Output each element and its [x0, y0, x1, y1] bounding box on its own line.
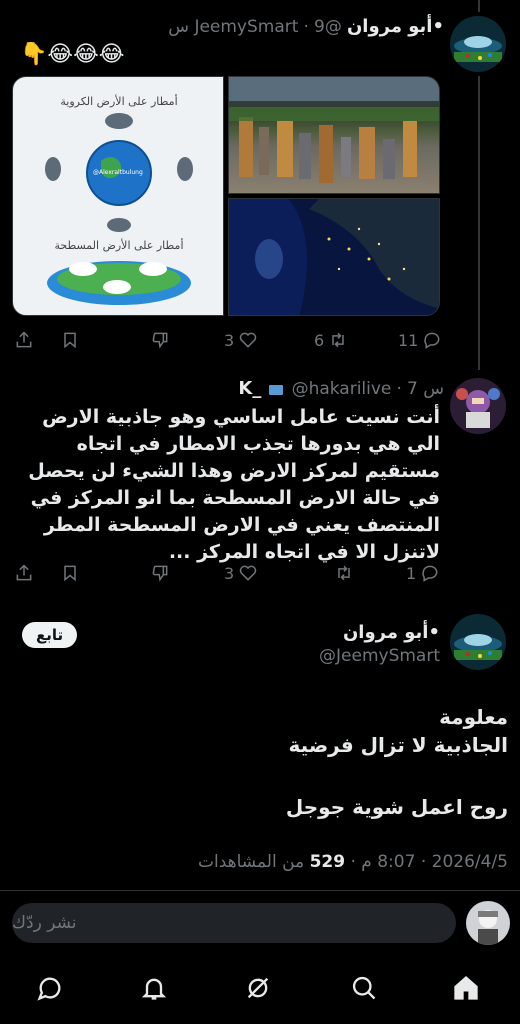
views-label: من المشاهدات: [198, 852, 305, 872]
bookmark-button[interactable]: [60, 563, 80, 583]
media-image-city[interactable]: [228, 76, 440, 194]
avatar[interactable]: [450, 378, 506, 434]
display-name[interactable]: •أبو مروان: [347, 16, 444, 37]
media-image-globe[interactable]: أمطار على الأرض الكروية أمطار على الأرض …: [12, 76, 224, 316]
retweet-count: 6: [314, 330, 325, 350]
like-button[interactable]: 3: [224, 563, 258, 583]
share-button[interactable]: [14, 563, 34, 583]
reply-count: 11: [398, 330, 419, 350]
retweet-button[interactable]: 6: [314, 330, 348, 350]
thumbs-down-icon: [152, 332, 168, 349]
share-icon: [16, 564, 32, 581]
tweet-text: أنت نسيت عامل اساسي وهو جاذبية الارض الي…: [28, 406, 440, 563]
thread-line: [478, 0, 480, 12]
flag-icon: [269, 384, 284, 395]
thread-line: [478, 76, 480, 370]
bookmark-icon: [64, 565, 76, 582]
thumbs-down-icon: [152, 565, 168, 582]
reply-icon: [424, 332, 440, 349]
like-button[interactable]: 3: [224, 330, 258, 350]
share-icon: [16, 331, 32, 348]
dislike-button[interactable]: [150, 563, 170, 583]
tweet-meta: 2026/4/5 · 8:07 م · 529 من المشاهدات: [198, 852, 508, 872]
avatar[interactable]: [450, 16, 506, 72]
messages-icon[interactable]: [30, 968, 70, 1008]
reply-icon: [422, 565, 438, 582]
retweet-button[interactable]: [330, 563, 354, 583]
grok-icon[interactable]: [238, 968, 278, 1008]
image-caption-flat: أمطار على الأرض المسطحة: [54, 239, 184, 252]
tweet-header: •أبو مروان @JeemySmart · 9 س: [168, 16, 444, 37]
post-time[interactable]: 8:07 م: [361, 852, 415, 872]
media-image-earth-night[interactable]: [228, 198, 440, 316]
avatar[interactable]: [450, 614, 506, 670]
notifications-icon[interactable]: [134, 968, 174, 1008]
timestamp[interactable]: 7 س: [407, 379, 444, 399]
reply-button[interactable]: 11: [398, 330, 442, 350]
like-count: 3: [224, 563, 235, 583]
reply-count: 1: [406, 563, 417, 583]
reply-button[interactable]: 1: [406, 563, 440, 583]
retweet-icon: [332, 332, 344, 348]
bookmark-icon: [64, 332, 76, 349]
own-avatar[interactable]: [466, 901, 510, 945]
home-icon[interactable]: [446, 968, 486, 1008]
tweet-header: K_ @hakarilive · 7 س: [238, 378, 444, 399]
tweet-emoji: 👇😂😂😂: [20, 42, 125, 67]
heart-icon: [239, 332, 257, 348]
tweet-text-line: روح اعمل شوية جوجل: [285, 795, 508, 819]
tweet-text-line: معلومة: [439, 705, 508, 729]
views-count: 529: [309, 852, 346, 872]
search-icon[interactable]: [344, 968, 384, 1008]
retweet-icon: [338, 565, 350, 581]
bookmark-button[interactable]: [60, 330, 80, 350]
image-watermark: @Alexraltbulung: [93, 169, 143, 176]
like-count: 3: [224, 330, 235, 350]
reply-input[interactable]: نشر ردّك: [12, 903, 456, 943]
follow-button[interactable]: تابع: [22, 622, 78, 648]
tweet-text-line: الجاذبية لا تزال فرضية: [288, 733, 508, 757]
divider: [0, 890, 520, 891]
display-name[interactable]: •أبو مروان: [343, 622, 440, 643]
post-date[interactable]: 2026/4/5: [432, 852, 508, 872]
dislike-button[interactable]: [150, 330, 170, 350]
bottom-nav: [0, 960, 520, 1024]
share-button[interactable]: [14, 330, 34, 350]
display-name[interactable]: K_: [238, 378, 261, 399]
heart-icon: [239, 565, 257, 581]
handle[interactable]: @hakarilive: [292, 379, 392, 399]
handle[interactable]: @JeemySmart: [319, 646, 440, 666]
